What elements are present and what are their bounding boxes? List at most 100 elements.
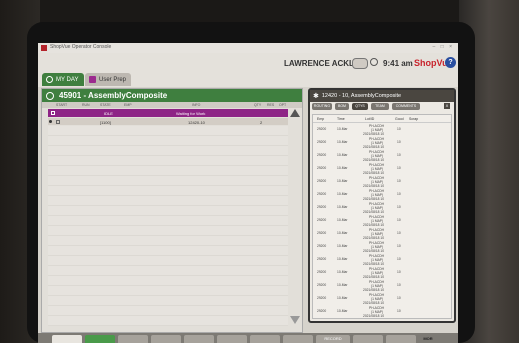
row-emp: 29200 bbox=[317, 296, 327, 300]
row-time: 10-Mar bbox=[337, 140, 348, 144]
row-emp: 29200 bbox=[317, 218, 327, 222]
tab-bom[interactable]: BOM bbox=[335, 103, 349, 110]
row-time: 10-Mar bbox=[337, 166, 348, 170]
row-state: [1100] bbox=[100, 120, 111, 125]
close-icon[interactable]: X bbox=[444, 103, 450, 109]
table-row[interactable]: 29200 10-Mar PH-ACDH (1 MAP) 2021/08/18 10 10 bbox=[313, 163, 451, 176]
col-time: Time bbox=[337, 117, 345, 121]
row-state: IDLE bbox=[104, 111, 113, 116]
row-lot3: 2021/08/18 10 bbox=[363, 236, 385, 240]
tab-qtys[interactable]: QTYS bbox=[352, 103, 368, 110]
job-detail-panel: ✱ 12420 - 10, AssemblyComposite ROUTING … bbox=[308, 88, 456, 323]
detail-tabs: ROUTING BOM QTYS TEAM COMMENTS X bbox=[312, 103, 452, 112]
work-order-panel: 45901 - AssemblyComposite START RUN STAT… bbox=[41, 88, 303, 333]
row-lot3: 2021/08/18 10 bbox=[363, 288, 385, 292]
col-emp: EMP bbox=[124, 103, 132, 107]
table-row[interactable]: 29200 10-Mar PH-ACDH (1 MAP) 2021/08/18 10 10 bbox=[313, 241, 451, 254]
row-checkbox[interactable] bbox=[51, 111, 55, 115]
scroll-down-icon[interactable] bbox=[290, 316, 300, 324]
col-good: Good bbox=[395, 117, 404, 121]
row-time: 10-Mar bbox=[337, 244, 348, 248]
table-row[interactable]: 29200 10-Mar PH-ACDH (1 MAP) 2021/08/18 10 10 bbox=[313, 228, 451, 241]
row-time: 10-Mar bbox=[337, 153, 348, 157]
row-good: 10 bbox=[397, 270, 401, 274]
col-emp: Emp bbox=[317, 117, 325, 121]
row-time: 10-Mar bbox=[337, 179, 348, 183]
row-lot3: 2021/08/18 10 bbox=[363, 314, 385, 318]
row-checkbox[interactable] bbox=[56, 120, 60, 124]
toolbar-button[interactable] bbox=[151, 335, 181, 343]
row-good: 10 bbox=[397, 283, 401, 287]
row-time: 10-Mar bbox=[337, 127, 348, 131]
toolbar-button[interactable] bbox=[85, 335, 115, 343]
table-row[interactable]: [1100] 12420-10 2 bbox=[48, 118, 288, 125]
table-row[interactable]: 29200 10-Mar PH-ACDH (1 MAP) 2021/08/18 10 10 bbox=[313, 176, 451, 189]
col-scrap: Scrap bbox=[409, 117, 419, 121]
table-row[interactable]: 29200 10-Mar PH-ACDH (1 MAP) 2021/08/18 10 10 bbox=[313, 215, 451, 228]
table-header: Emp Time Lot/ID Good Scrap bbox=[313, 115, 451, 123]
col-state: STATE bbox=[100, 103, 111, 107]
tab-comments[interactable]: COMMENTS bbox=[392, 103, 420, 110]
help-icon[interactable]: ? bbox=[445, 57, 456, 68]
toolbar-button[interactable] bbox=[217, 335, 247, 343]
more-button[interactable]: MOR bbox=[419, 335, 437, 343]
table-row[interactable]: 29200 10-Mar PH-ACDH (1 MAP) 2021/08/18 10 10 bbox=[313, 202, 451, 215]
row-lot3: 2021/08/18 10 bbox=[363, 210, 385, 214]
row-lot3: 2021/08/18 10 bbox=[363, 223, 385, 227]
status-toggle[interactable] bbox=[352, 58, 368, 69]
row-good: 10 bbox=[397, 205, 401, 209]
clock-icon bbox=[46, 91, 54, 100]
user-name[interactable]: LAWRENCE ACKLIN bbox=[284, 59, 362, 68]
tab-my-day[interactable]: MY DAY bbox=[42, 73, 84, 86]
clock-icon bbox=[370, 58, 378, 66]
row-time: 10-Mar bbox=[337, 192, 348, 196]
row-good: 10 bbox=[397, 218, 401, 222]
tab-routing[interactable]: ROUTING bbox=[312, 103, 332, 110]
row-lot3: 2021/08/18 10 bbox=[363, 301, 385, 305]
tab-team[interactable]: TEAM bbox=[371, 103, 389, 110]
column-headers: START RUN STATE EMP INFO QTY RES OPT bbox=[42, 102, 302, 108]
toolbar-button[interactable] bbox=[184, 335, 214, 343]
table-row[interactable]: 29200 10-Mar PH-ACDH (1 MAP) 2021/08/18 10 10 bbox=[313, 280, 451, 293]
row-emp: 29200 bbox=[317, 179, 327, 183]
toolbar-button[interactable] bbox=[118, 335, 148, 343]
app-header: MY DAY User Prep LAWRENCE ACKLIN 9:41 am… bbox=[38, 53, 458, 87]
scroll-up-icon[interactable] bbox=[290, 109, 300, 117]
table-row[interactable]: 29200 10-Mar PH-ACDH (1 MAP) 2021/08/18 10 10 bbox=[313, 124, 451, 137]
tab-user-prep[interactable]: User Prep bbox=[85, 73, 131, 86]
toolbar-button[interactable] bbox=[52, 335, 82, 343]
toolbar-button[interactable] bbox=[283, 335, 313, 343]
table-row[interactable]: 29200 10-Mar PH-ACDH (1 MAP) 2021/08/18 10 10 bbox=[313, 137, 451, 150]
table-row[interactable]: 29200 10-Mar PH-ACDH (1 MAP) 2021/08/18 10 10 bbox=[313, 189, 451, 202]
row-lot3: 2021/08/18 10 bbox=[363, 275, 385, 279]
table-row[interactable]: 29200 10-Mar PH-ACDH (1 MAP) 2021/08/18 10 10 bbox=[313, 306, 451, 319]
table-row[interactable]: IDLE Waiting for Work bbox=[48, 109, 288, 117]
tab-user-prep-label: User Prep bbox=[99, 76, 127, 83]
toolbar-button[interactable] bbox=[353, 335, 383, 343]
col-res: RES bbox=[267, 103, 275, 107]
table-row[interactable]: 29200 10-Mar PH-ACDH (1 MAP) 2021/08/18 10 10 bbox=[313, 267, 451, 280]
row-good: 10 bbox=[397, 140, 401, 144]
row-info: Waiting for Work bbox=[176, 111, 206, 116]
row-info: 12420-10 bbox=[188, 120, 205, 125]
table-row[interactable]: 29200 10-Mar PH-ACDH (1 MAP) 2021/08/18 10 10 bbox=[313, 150, 451, 163]
table-row[interactable]: 29200 10-Mar PH-ACDH (1 MAP) 2021/08/18 10 10 bbox=[313, 293, 451, 306]
row-emp: 29200 bbox=[317, 283, 327, 287]
row-qty: 2 bbox=[260, 120, 263, 125]
row-lot3: 2021/08/18 10 bbox=[363, 249, 385, 253]
table-row[interactable]: 29200 10-Mar PH-ACDH (1 MAP) 2021/08/18 10 10 bbox=[313, 254, 451, 267]
toolbar-button[interactable] bbox=[386, 335, 416, 343]
row-time: 10-Mar bbox=[337, 296, 348, 300]
row-emp: 29200 bbox=[317, 309, 327, 313]
clock-time: 9:41 am bbox=[383, 59, 413, 68]
row-emp: 29200 bbox=[317, 231, 327, 235]
row-good: 10 bbox=[397, 309, 401, 313]
record-button[interactable]: RECORD bbox=[316, 335, 350, 343]
row-lot3: 2021/08/18 10 bbox=[363, 171, 385, 175]
row-lot3: 2021/08/18 10 bbox=[363, 132, 385, 136]
window-controls[interactable]: – □ × bbox=[433, 44, 455, 50]
toolbar-button[interactable] bbox=[250, 335, 280, 343]
col-lot: Lot/ID bbox=[365, 117, 375, 121]
row-good: 10 bbox=[397, 166, 401, 170]
row-emp: 29200 bbox=[317, 153, 327, 157]
